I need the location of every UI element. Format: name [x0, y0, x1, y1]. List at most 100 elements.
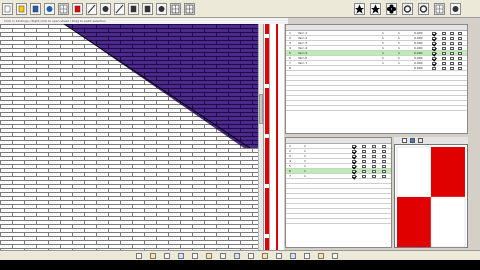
yarn-visible-checkbox[interactable]: [432, 42, 436, 45]
binding-option-checkbox[interactable]: [382, 145, 386, 148]
star-icon[interactable]: [370, 3, 381, 15]
yarn-option-checkbox[interactable]: [442, 52, 446, 55]
yarn-option-checkbox[interactable]: [458, 67, 462, 70]
yarn-option-checkbox[interactable]: [450, 42, 454, 45]
undo-icon[interactable]: [234, 253, 240, 259]
zoom-fit-icon[interactable]: [164, 253, 170, 259]
binding-table-empty-row[interactable]: [286, 219, 391, 224]
select-icon[interactable]: [72, 3, 83, 15]
redo-icon[interactable]: [248, 253, 254, 259]
preview-grid-icon[interactable]: [418, 138, 423, 143]
yarn-visible-checkbox[interactable]: [432, 57, 436, 60]
color-icon[interactable]: [192, 253, 198, 259]
weave-canvas[interactable]: [0, 24, 258, 256]
binding-option-checkbox[interactable]: [382, 170, 386, 173]
yarn-option-checkbox[interactable]: [442, 67, 446, 70]
weave-preview[interactable]: [394, 144, 468, 248]
binding-active-checkbox[interactable]: [352, 160, 356, 163]
binding-option-checkbox[interactable]: [372, 150, 376, 153]
print-icon[interactable]: [262, 253, 268, 259]
preview-icon[interactable]: [220, 253, 226, 259]
binding-option-checkbox[interactable]: [372, 160, 376, 163]
yarn-option-checkbox[interactable]: [458, 37, 462, 40]
gear-icon[interactable]: [402, 3, 413, 15]
binding-active-checkbox[interactable]: [352, 170, 356, 173]
yarn-option-checkbox[interactable]: [458, 52, 462, 55]
binding-active-checkbox[interactable]: [352, 155, 356, 158]
zoom-in-icon[interactable]: [136, 253, 142, 259]
yarn-option-checkbox[interactable]: [458, 32, 462, 35]
yarn-visible-checkbox[interactable]: [432, 62, 436, 65]
text-icon[interactable]: [142, 3, 153, 15]
binding-option-checkbox[interactable]: [382, 160, 386, 163]
fill-icon[interactable]: [100, 3, 111, 15]
yarn-option-checkbox[interactable]: [442, 62, 446, 65]
flower-icon[interactable]: [386, 3, 397, 15]
binding-active-checkbox[interactable]: [352, 165, 356, 168]
pattern-icon[interactable]: [170, 3, 181, 15]
binding-option-checkbox[interactable]: [362, 165, 366, 168]
layer-icon[interactable]: [206, 253, 212, 259]
yarn-option-checkbox[interactable]: [442, 42, 446, 45]
grid-icon[interactable]: [58, 3, 69, 15]
binding-option-checkbox[interactable]: [382, 155, 386, 158]
binding-option-checkbox[interactable]: [382, 150, 386, 153]
binding-option-checkbox[interactable]: [362, 170, 366, 173]
preview-zoom-icon[interactable]: [402, 138, 407, 143]
binding-option-checkbox[interactable]: [382, 165, 386, 168]
yarn-option-checkbox[interactable]: [450, 52, 454, 55]
binding-option-checkbox[interactable]: [362, 150, 366, 153]
binding-option-checkbox[interactable]: [372, 155, 376, 158]
yarn-visible-checkbox[interactable]: [432, 32, 436, 35]
knot-icon[interactable]: [354, 3, 365, 15]
binding-option-checkbox[interactable]: [382, 175, 386, 178]
yarn-visible-checkbox[interactable]: [432, 52, 436, 55]
binding-active-checkbox[interactable]: [352, 175, 356, 178]
binding-option-checkbox[interactable]: [362, 160, 366, 163]
binding-option-checkbox[interactable]: [372, 145, 376, 148]
binding-option-checkbox[interactable]: [372, 165, 376, 168]
rect-icon[interactable]: [128, 3, 139, 15]
zoom-icon[interactable]: [156, 3, 167, 15]
palette-icon[interactable]: [434, 3, 445, 15]
yarn-option-checkbox[interactable]: [442, 37, 446, 40]
yarn-option-checkbox[interactable]: [450, 62, 454, 65]
weave-icon[interactable]: [184, 3, 195, 15]
pencil-icon[interactable]: [86, 3, 97, 15]
yarn-option-checkbox[interactable]: [450, 57, 454, 60]
save-icon[interactable]: [30, 3, 41, 15]
yarn-option-checkbox[interactable]: [458, 47, 462, 50]
yarn-option-checkbox[interactable]: [450, 67, 454, 70]
yarn-visible-checkbox[interactable]: [432, 37, 436, 40]
binding-option-checkbox[interactable]: [362, 155, 366, 158]
yarn-option-checkbox[interactable]: [442, 32, 446, 35]
preview-color-icon[interactable]: [410, 138, 415, 143]
grid-toggle-icon[interactable]: [178, 253, 184, 259]
open-icon[interactable]: [16, 3, 27, 15]
binding-option-checkbox[interactable]: [372, 170, 376, 173]
color-icon[interactable]: [44, 3, 55, 15]
help-icon[interactable]: [450, 3, 461, 15]
yarn-option-checkbox[interactable]: [458, 62, 462, 65]
weft-strip[interactable]: [269, 24, 284, 256]
new-icon[interactable]: [2, 3, 13, 15]
binding-active-checkbox[interactable]: [352, 150, 356, 153]
yarn-option-checkbox[interactable]: [442, 57, 446, 60]
settings-icon[interactable]: [290, 253, 296, 259]
line-icon[interactable]: [114, 3, 125, 15]
yarn-visible-checkbox[interactable]: [432, 67, 436, 70]
exit-icon[interactable]: [332, 253, 338, 259]
binding-active-checkbox[interactable]: [352, 145, 356, 148]
binding-option-checkbox[interactable]: [362, 175, 366, 178]
yarn-option-checkbox[interactable]: [450, 37, 454, 40]
yarn-option-checkbox[interactable]: [450, 47, 454, 50]
export-icon[interactable]: [276, 253, 282, 259]
binding-option-checkbox[interactable]: [372, 175, 376, 178]
yarn-table-empty-row[interactable]: [286, 106, 467, 111]
binding-option-checkbox[interactable]: [362, 145, 366, 148]
yarn-option-checkbox[interactable]: [442, 47, 446, 50]
settings-icon[interactable]: [418, 3, 429, 15]
yarn-option-checkbox[interactable]: [458, 57, 462, 60]
yarn-option-checkbox[interactable]: [450, 32, 454, 35]
info-icon[interactable]: [318, 253, 324, 259]
